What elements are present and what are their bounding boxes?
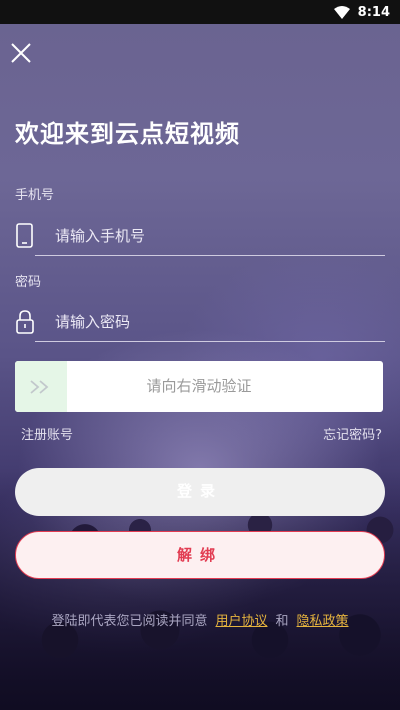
agreement-text: 登陆即代表您已阅读并同意 用户协议和隐私政策 xyxy=(0,610,400,629)
forgot-password-link[interactable]: 忘记密码? xyxy=(323,424,382,443)
slider-handle[interactable] xyxy=(15,361,67,412)
phone-label: 手机号 xyxy=(15,188,55,203)
user-agreement-link[interactable]: 用户协议 xyxy=(215,614,267,629)
register-link[interactable]: 注册账号 xyxy=(21,424,73,443)
slide-verification[interactable]: 请向右滑动验证 xyxy=(15,361,383,412)
status-bar: 8:14 xyxy=(0,0,400,24)
password-label: 密码 xyxy=(15,275,42,290)
phone-icon xyxy=(16,223,33,248)
status-time: 8:14 xyxy=(357,4,390,20)
lock-icon xyxy=(16,310,34,334)
agreement-and: 和 xyxy=(275,614,289,629)
unbind-button[interactable]: 解绑 xyxy=(15,531,385,579)
welcome-title: 欢迎来到云点短视频 xyxy=(15,120,240,148)
password-field xyxy=(15,302,385,342)
close-icon xyxy=(11,43,31,63)
slider-text: 请向右滑动验证 xyxy=(146,377,252,395)
login-button[interactable]: 登录 xyxy=(15,468,385,516)
phone-input[interactable] xyxy=(35,216,385,256)
agreement-prefix: 登陆即代表您已阅读并同意 xyxy=(51,614,208,629)
wifi-icon xyxy=(333,5,350,19)
privacy-policy-link[interactable]: 隐私政策 xyxy=(297,614,349,629)
password-input[interactable] xyxy=(35,302,385,342)
phone-field xyxy=(15,216,385,256)
double-chevron-right-icon xyxy=(30,379,49,394)
close-button[interactable] xyxy=(8,42,34,68)
